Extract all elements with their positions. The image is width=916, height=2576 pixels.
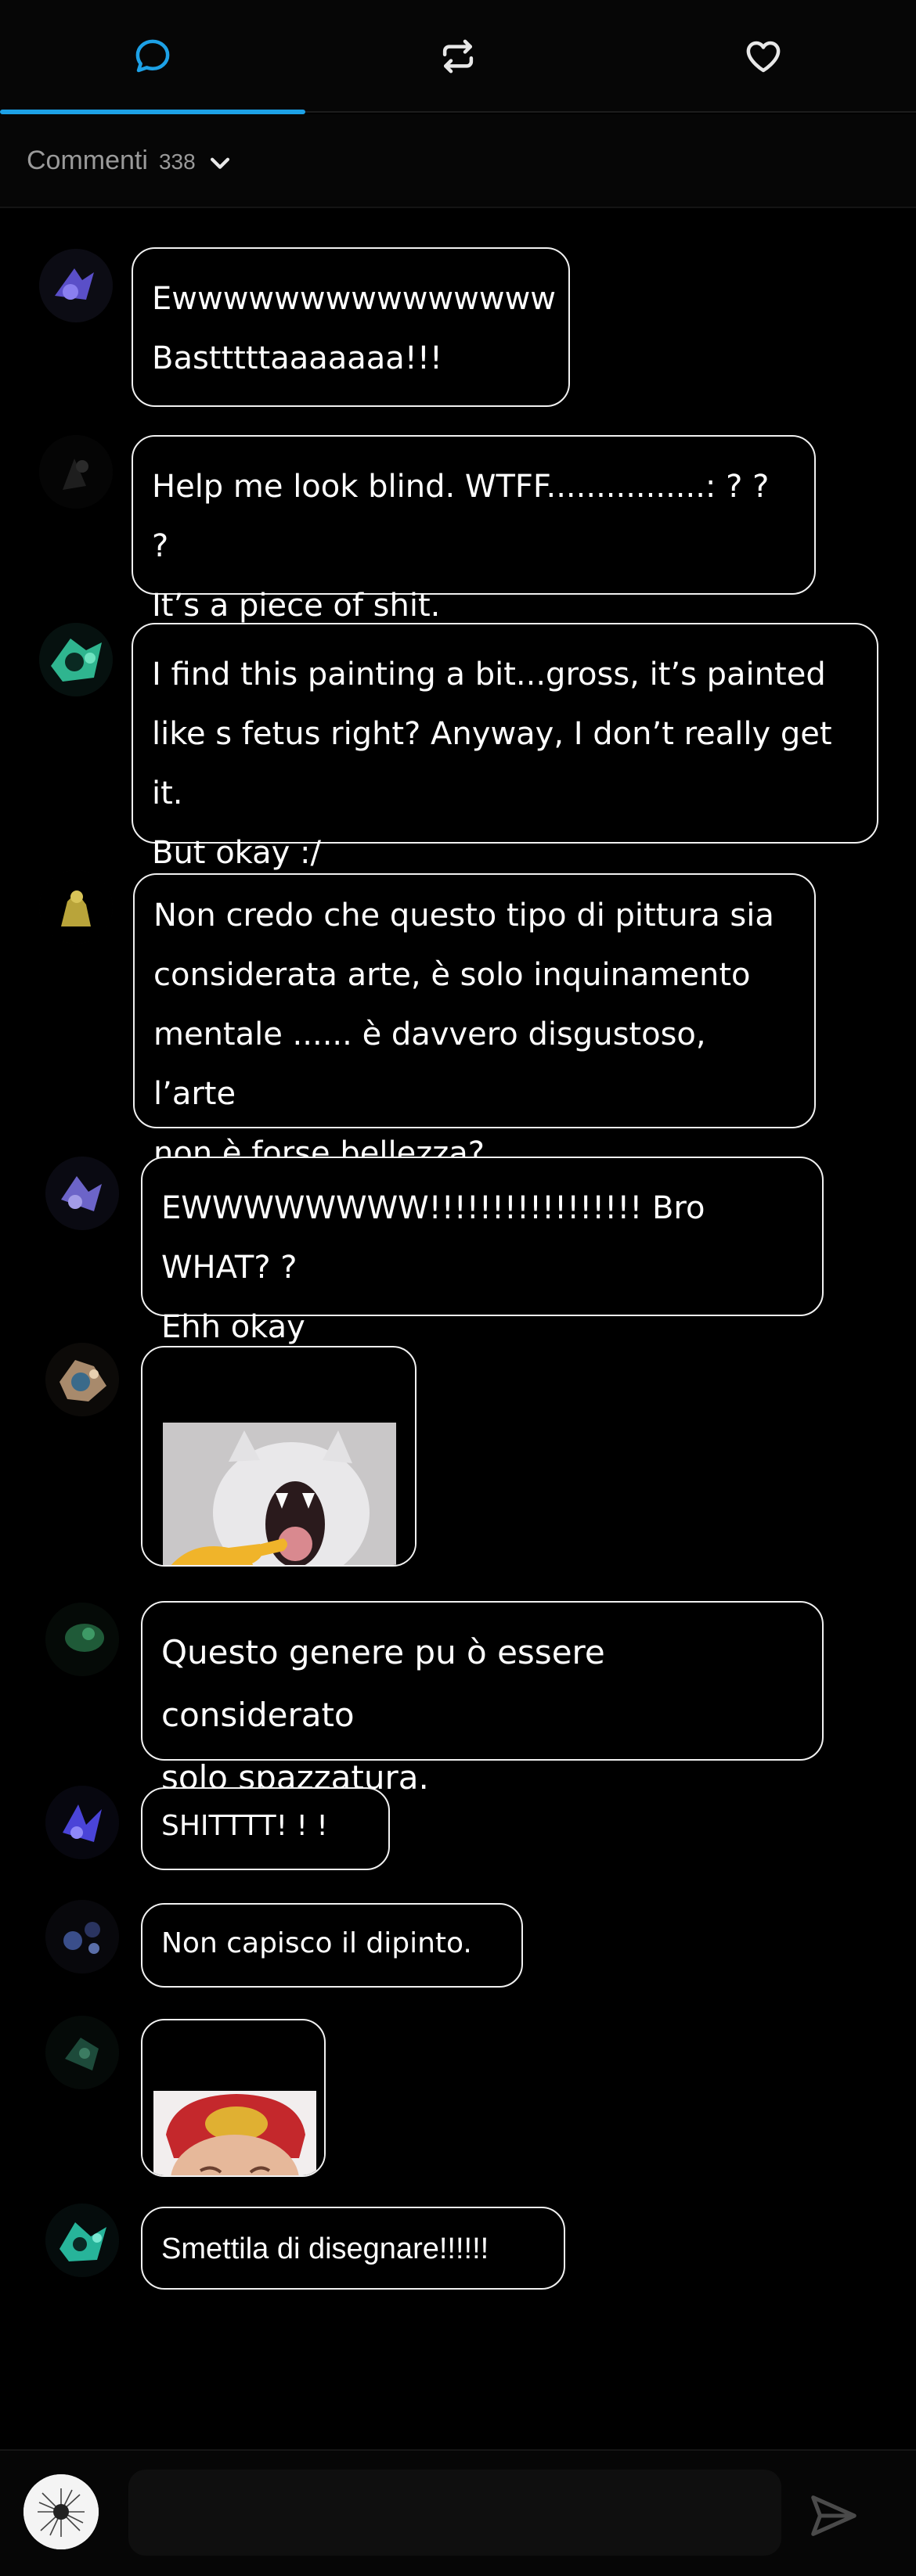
comment-icon [135, 39, 170, 73]
comment-input[interactable] [128, 2470, 781, 2556]
avatar[interactable] [45, 1343, 119, 1416]
comments-label: Commenti [27, 145, 148, 175]
comment-text: EWWWWWWWW!!!!!!!!!!!!!!!!! Bro WHAT? ? E… [141, 1157, 824, 1345]
avatar[interactable] [45, 1603, 119, 1676]
comment-image-bubble[interactable] [141, 2019, 326, 2177]
tab-reposts[interactable] [305, 0, 611, 113]
avatar[interactable] [39, 623, 113, 696]
comments-count: 338 [158, 149, 196, 174]
comment-composer [0, 2449, 916, 2576]
comment-text: I find this painting a bit...gross, it’s… [132, 623, 878, 871]
comment-text: Non capisco il dipinto. [141, 1903, 523, 1988]
avatar[interactable] [39, 249, 113, 322]
comment-text: Smettila di disegnare!!!!!! [141, 2207, 565, 2290]
comment-text: Non credo che questo tipo di pittura sia… [133, 873, 816, 1171]
avatar[interactable] [39, 870, 113, 944]
tab-comments[interactable] [0, 0, 305, 114]
avatar[interactable] [45, 2204, 119, 2277]
send-icon[interactable] [806, 2488, 861, 2543]
tab-likes[interactable] [611, 0, 916, 113]
chevron-down-icon[interactable] [207, 149, 233, 176]
heart-icon [746, 41, 781, 73]
comment-text: Ewwwwwwwwwwwwwww Bastttttaaaaaaa!!! [132, 247, 570, 407]
comment-text: Questo genere pu ò essere considerato so… [141, 1601, 824, 1797]
avatar[interactable] [45, 1157, 119, 1230]
comment-image-bubble[interactable] [141, 1346, 417, 1567]
comments-header[interactable]: Commenti 338 [0, 114, 916, 208]
avatar[interactable] [45, 1900, 119, 1973]
my-avatar[interactable] [23, 2474, 99, 2549]
avatar[interactable] [45, 1786, 119, 1859]
comment-text: SHITTTT! ! ! [141, 1787, 390, 1870]
clay-figure-image[interactable] [142, 2080, 326, 2177]
avatar[interactable] [45, 2016, 119, 2089]
repost-icon [442, 39, 474, 74]
comment-text: Help me look blind. WTFF................… [132, 435, 816, 624]
avatar[interactable] [39, 435, 113, 509]
screaming-cat-image[interactable] [142, 1407, 417, 1567]
tab-bar [0, 0, 916, 114]
